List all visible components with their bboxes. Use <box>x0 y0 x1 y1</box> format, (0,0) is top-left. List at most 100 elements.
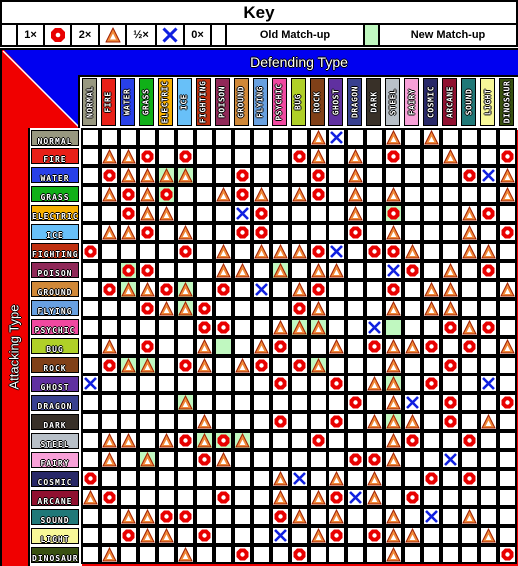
orange-triangle-icon <box>443 281 459 297</box>
matchup-cell-electric-vs-fire <box>99 203 119 223</box>
matchup-cell-light-vs-dragon <box>346 526 366 546</box>
matchup-cell-dinosaur-vs-bug <box>289 545 309 565</box>
orange-triangle-icon <box>253 243 269 259</box>
matchup-cell-bug-vs-fairy <box>403 336 423 356</box>
red-circle-icon <box>293 359 306 372</box>
column-header-label: ELECTRIC <box>160 80 170 124</box>
matchup-cell-dark-vs-ice <box>175 412 195 432</box>
matchup-cell-ice-vs-psychic <box>270 222 290 242</box>
matchup-cell-ice-vs-flying <box>251 222 271 242</box>
matchup-cell-dragon-vs-ghost <box>327 393 347 413</box>
matchup-cell-normal-vs-fire <box>99 128 119 147</box>
matchup-cell-normal-vs-water <box>118 128 138 147</box>
matchup-cell-normal-vs-cosmic <box>422 128 442 147</box>
key-label-old: Old Match-up <box>227 25 363 45</box>
red-circle-icon <box>160 188 173 201</box>
row-header-label: STEEL <box>40 439 70 449</box>
red-circle-icon <box>274 377 287 390</box>
matchup-cell-dinosaur-vs-ground <box>232 545 252 565</box>
matchup-cell-fighting-vs-psychic <box>270 241 290 261</box>
matchup-cell-dinosaur-vs-fighting <box>194 545 214 565</box>
row-header-label: ICE <box>46 231 64 241</box>
matchup-cell-fire-vs-grass <box>137 146 157 166</box>
orange-triangle-icon <box>310 300 326 316</box>
matchup-cell-ghost-vs-poison <box>213 374 233 394</box>
red-circle-icon <box>217 491 230 504</box>
orange-triangle-icon <box>140 281 155 297</box>
column-header-label: ROCK <box>312 91 322 113</box>
matchup-cell-arcane-vs-poison <box>213 488 233 508</box>
matchup-cell-fire-vs-normal <box>81 146 100 166</box>
column-header-label: LIGHT <box>483 88 493 116</box>
matchup-cell-bug-vs-cosmic <box>422 336 442 356</box>
red-circle-icon <box>501 150 514 163</box>
matchup-cell-sound-vs-psychic <box>270 507 290 527</box>
orange-triangle-icon <box>500 338 515 354</box>
matchup-cell-ice-vs-water <box>118 222 138 242</box>
matchup-cell-arcane-vs-electric <box>156 488 176 508</box>
orange-triangle-icon <box>386 186 402 202</box>
matchup-cell-sound-vs-poison <box>213 507 233 527</box>
matchup-cell-cosmic-vs-electric <box>156 469 176 489</box>
matchup-cell-dragon-vs-psychic <box>270 393 290 413</box>
red-circle-icon <box>368 529 381 542</box>
matchup-cell-dragon-vs-rock <box>308 393 328 413</box>
matchup-cell-flying-vs-grass <box>137 298 157 318</box>
matchup-cell-grass-vs-steel <box>384 184 404 204</box>
matchup-cell-dark-vs-fire <box>99 412 119 432</box>
matchup-cell-normal-vs-steel <box>384 128 404 147</box>
matchup-cell-fairy-vs-light <box>479 450 499 470</box>
red-circle-icon <box>274 510 287 523</box>
column-header-label: DRAGON <box>350 86 360 118</box>
matchup-cell-psychic-vs-grass <box>137 317 157 337</box>
matchup-cell-flying-vs-electric <box>156 298 176 318</box>
column-header-flying: FLYING <box>252 78 268 126</box>
matchup-cell-arcane-vs-sound <box>460 488 480 508</box>
matchup-cell-fairy-vs-dragon <box>346 450 366 470</box>
matchup-cell-poison-vs-fire <box>99 260 119 280</box>
orange-triangle-icon <box>215 243 231 259</box>
matchup-cell-arcane-vs-ground <box>232 488 252 508</box>
matchup-cell-flying-vs-steel <box>384 298 404 318</box>
matchup-cell-flying-vs-dragon <box>346 298 366 318</box>
row-header-fairy: FAIRY <box>31 451 79 468</box>
orange-triangle-icon <box>386 376 402 391</box>
matchup-cell-rock-vs-dark <box>365 355 385 375</box>
matchup-cell-electric-vs-ground <box>232 203 252 223</box>
matchup-cell-dragon-vs-ground <box>232 393 252 413</box>
matchup-cell-steel-vs-normal <box>81 431 100 451</box>
matchup-cell-fire-vs-ground <box>232 146 252 166</box>
matchup-cell-flying-vs-normal <box>81 298 100 318</box>
red-circle-icon <box>141 340 154 353</box>
matchup-cell-ground-vs-dinosaur <box>498 279 518 299</box>
matchup-cell-dinosaur-vs-ghost <box>327 545 347 565</box>
red-circle-icon <box>482 264 495 277</box>
matchup-cell-arcane-vs-flying <box>251 488 271 508</box>
orange-triangle-icon <box>481 414 496 429</box>
row-header-label: BUG <box>46 345 64 355</box>
column-header-label: FIGHTING <box>198 80 208 124</box>
matchup-cell-dragon-vs-arcane <box>441 393 461 413</box>
matchup-cell-ground-vs-light <box>479 279 499 299</box>
matchup-cell-bug-vs-ice <box>175 336 195 356</box>
matchup-cell-light-vs-water <box>118 526 138 546</box>
matchup-cell-dark-vs-dark <box>365 412 385 432</box>
matchup-cell-psychic-vs-arcane <box>441 317 461 337</box>
orange-triangle-icon <box>177 167 193 183</box>
orange-triangle-icon <box>140 186 155 202</box>
matchup-cell-flying-vs-ice <box>175 298 195 318</box>
orange-triangle-icon <box>291 509 307 524</box>
matchup-cell-normal-vs-normal <box>81 128 100 147</box>
orange-triangle-icon <box>386 433 402 448</box>
matchup-cell-rock-vs-ice <box>175 355 195 375</box>
row-header-label: PSYCHIC <box>34 326 76 336</box>
orange-triangle-icon <box>272 319 288 335</box>
matchup-cell-light-vs-light <box>479 526 499 546</box>
matchup-cell-steel-vs-ice <box>175 431 195 451</box>
row-header-label: NORMAL <box>37 136 73 146</box>
matchup-cell-grass-vs-psychic <box>270 184 290 204</box>
red-circle-icon <box>501 396 514 409</box>
row-header-grass: GRASS <box>31 186 79 203</box>
row-header-sound: SOUND <box>31 508 79 525</box>
matchup-cell-flying-vs-ground <box>232 298 252 318</box>
